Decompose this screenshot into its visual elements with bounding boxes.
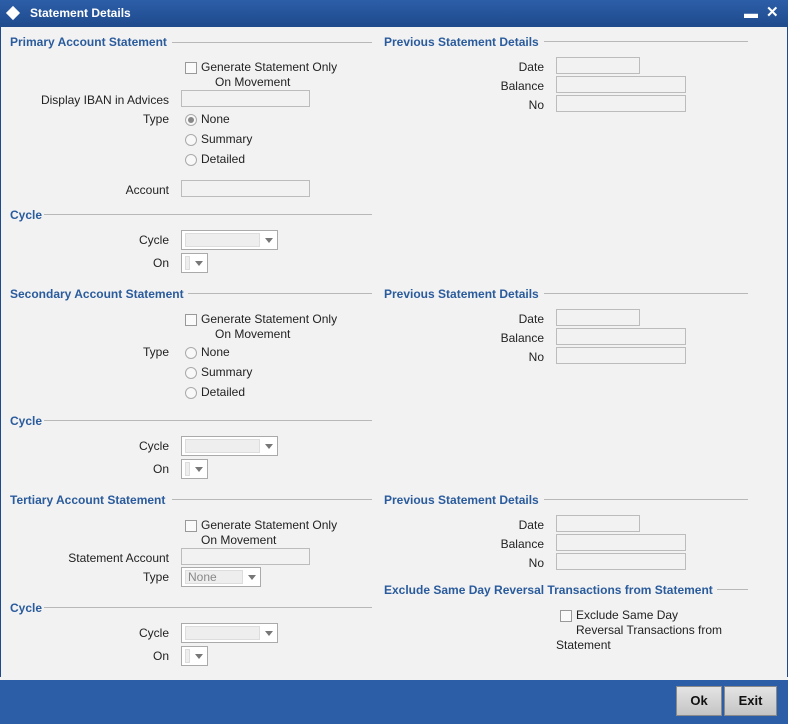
secondary-type-summary-label: Summary [201,365,253,379]
divider [172,499,372,500]
exclude-section-title: Exclude Same Day Reversal Transactions f… [384,583,713,597]
primary-prev-no-input[interactable] [556,95,686,112]
primary-type-none-label: None [201,112,230,126]
divider [44,214,372,215]
chevron-down-icon [248,575,256,580]
primary-prev-balance-input[interactable] [556,76,686,93]
primary-type-label: Type [142,112,169,126]
tertiary-on-select[interactable] [181,646,208,666]
primary-generate-label: Generate Statement Only [201,60,338,74]
primary-prev-balance-label: Balance [500,79,544,93]
primary-on-select[interactable] [181,253,208,273]
primary-type-none-radio[interactable] [185,114,197,126]
tertiary-type-select[interactable]: None [181,567,261,587]
primary-generate-checkbox[interactable] [185,62,197,74]
chevron-down-icon [195,654,203,659]
secondary-generate-checkbox[interactable] [185,314,197,326]
chevron-down-icon [265,238,273,243]
divider [44,607,372,608]
secondary-type-label: Type [142,345,169,359]
secondary-type-detailed-radio[interactable] [185,387,197,399]
tertiary-prev-balance-input[interactable] [556,534,686,551]
primary-cycle-section-title: Cycle [10,208,43,222]
tertiary-prev-no-label: No [528,556,544,570]
secondary-on-select[interactable] [181,459,208,479]
tertiary-prev-balance-label: Balance [500,537,544,551]
primary-type-summary-radio[interactable] [185,134,197,146]
minimize-button[interactable]: ▬ [744,5,758,21]
divider [544,293,748,294]
divider [188,293,372,294]
secondary-type-none-label: None [201,345,230,359]
tertiary-cycle-section-title: Cycle [10,601,43,615]
statement-account-label: Statement Account [68,551,169,565]
secondary-cycle-select[interactable] [181,436,278,456]
secondary-cycle-section-title: Cycle [10,414,43,428]
tertiary-generate-checkbox[interactable] [185,520,197,532]
window-title: Statement Details [30,6,131,20]
primary-generate-label-2: On Movement [215,75,291,89]
tertiary-on-label: On [152,649,169,663]
secondary-generate-label-2: On Movement [215,327,291,341]
tertiary-section-title: Tertiary Account Statement [10,493,166,507]
chevron-down-icon [195,467,203,472]
secondary-generate-label: Generate Statement Only [201,312,338,326]
primary-cycle-label: Cycle [138,233,169,247]
chevron-down-icon [195,261,203,266]
statement-account-input[interactable] [181,548,310,565]
divider [172,42,372,43]
chevron-down-icon [265,444,273,449]
secondary-type-detailed-label: Detailed [201,385,246,399]
primary-prev-section-title: Previous Statement Details [384,35,539,49]
exclude-reversal-checkbox[interactable] [560,610,572,622]
primary-cycle-select[interactable] [181,230,278,250]
secondary-on-label: On [152,462,169,476]
primary-section-title: Primary Account Statement [10,35,167,49]
secondary-prev-section-title: Previous Statement Details [384,287,539,301]
secondary-cycle-label: Cycle [138,439,169,453]
exit-button[interactable]: Exit [724,686,777,716]
tertiary-prev-section-title: Previous Statement Details [384,493,539,507]
secondary-prev-no-input[interactable] [556,347,686,364]
account-label: Account [125,183,169,197]
iban-input[interactable] [181,90,310,107]
exclude-label-1: Exclude Same Day [576,608,679,622]
tertiary-prev-date-input[interactable] [556,515,640,532]
divider [544,499,748,500]
primary-type-summary-label: Summary [201,132,253,146]
secondary-prev-date-label: Date [518,312,544,326]
secondary-section-title: Secondary Account Statement [10,287,184,301]
tertiary-cycle-select[interactable] [181,623,278,643]
exclude-label-2: Reversal Transactions from [576,623,723,637]
primary-prev-date-input[interactable] [556,57,640,74]
ok-button[interactable]: Ok [676,686,722,716]
secondary-prev-balance-label: Balance [500,331,544,345]
tertiary-cycle-label: Cycle [138,626,169,640]
tertiary-prev-date-label: Date [518,518,544,532]
divider [717,589,748,590]
secondary-prev-no-label: No [528,350,544,364]
secondary-type-none-radio[interactable] [185,347,197,359]
exclude-label-3: Statement [556,638,611,652]
secondary-prev-date-input[interactable] [556,309,640,326]
tertiary-type-value: None [185,570,243,584]
secondary-type-summary-radio[interactable] [185,367,197,379]
secondary-prev-balance-input[interactable] [556,328,686,345]
close-button[interactable]: ✕ [766,3,779,21]
tertiary-type-label: Type [142,570,169,584]
primary-type-detailed-label: Detailed [201,152,246,166]
primary-prev-no-label: No [528,98,544,112]
primary-on-label: On [152,256,169,270]
account-input[interactable] [181,180,310,197]
tertiary-generate-label-2: On Movement [201,533,277,547]
footer-bar [0,680,788,724]
tertiary-generate-label: Generate Statement Only [201,518,338,532]
chevron-down-icon [265,631,273,636]
divider [44,420,372,421]
divider [544,41,748,42]
primary-prev-date-label: Date [518,60,544,74]
primary-type-detailed-radio[interactable] [185,154,197,166]
iban-label: Display IBAN in Advices [40,93,169,107]
tertiary-prev-no-input[interactable] [556,553,686,570]
